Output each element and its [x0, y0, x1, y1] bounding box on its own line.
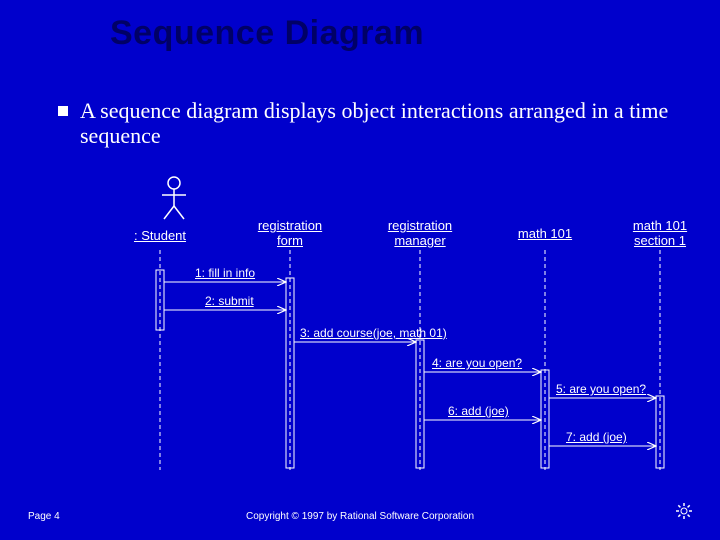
bullet-item: A sequence diagram displays object inter…	[58, 98, 700, 149]
message-4: 4: are you open?	[432, 356, 522, 370]
participant-registration-form: registrationform	[258, 218, 322, 248]
message-5: 5: are you open?	[556, 382, 646, 396]
message-1: 1: fill in info	[195, 266, 255, 280]
copyright-text: Copyright © 1997 by Rational Software Co…	[0, 511, 720, 522]
message-3: 3: add course(joe, math 01)	[300, 326, 447, 340]
sequence-diagram: : Student registrationform registrationm…	[0, 170, 720, 480]
participant-math-101-section-1: math 101section 1	[633, 218, 687, 248]
bullet-text: A sequence diagram displays object inter…	[80, 98, 700, 149]
gear-icon	[676, 503, 692, 524]
participant-math-101: math 101	[518, 226, 572, 241]
message-7: 7: add (joe)	[566, 430, 627, 444]
message-2: 2: submit	[205, 294, 254, 308]
bullet-square-icon	[58, 106, 68, 116]
participant-student: : Student	[134, 228, 186, 243]
slide-title: Sequence Diagram	[110, 14, 424, 53]
participant-registration-manager: registrationmanager	[388, 218, 452, 248]
message-6: 6: add (joe)	[448, 404, 509, 418]
